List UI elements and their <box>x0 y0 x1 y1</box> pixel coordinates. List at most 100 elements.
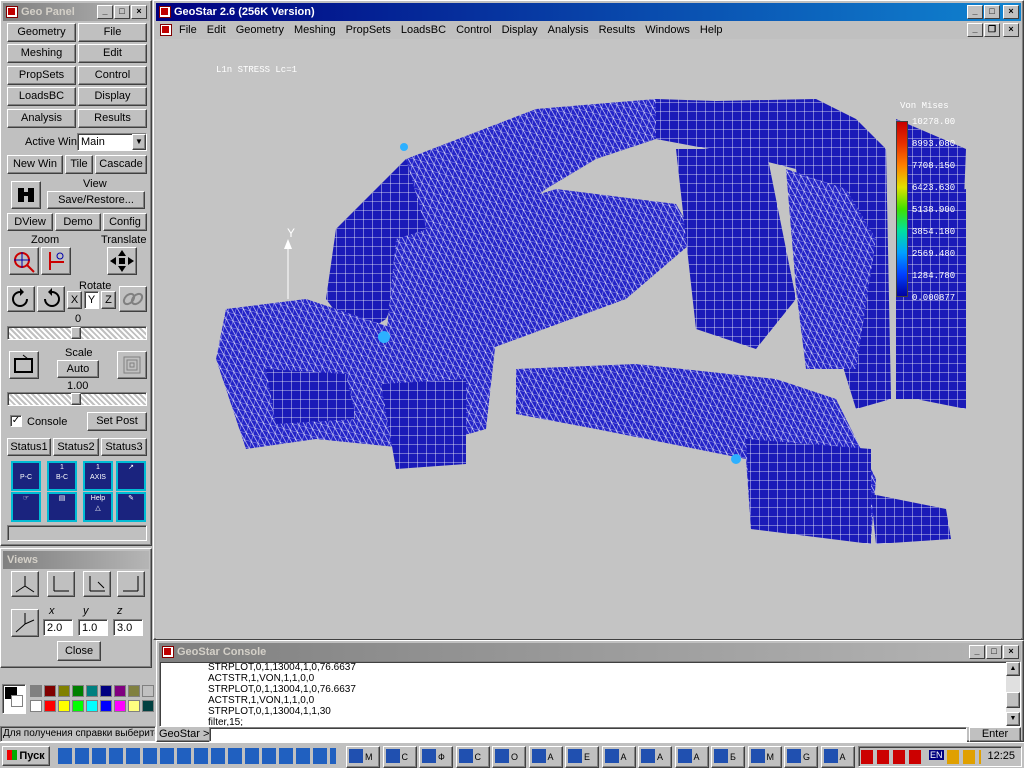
menu-windows[interactable]: Windows <box>640 21 695 39</box>
console-scrollbar[interactable]: ▲ ▼ <box>1006 662 1020 726</box>
console-input[interactable] <box>209 727 967 742</box>
view-top-button[interactable] <box>117 571 145 597</box>
menu-edit[interactable]: Edit <box>202 21 231 39</box>
palette-swatch[interactable] <box>72 700 84 712</box>
demo-button[interactable]: Demo <box>55 213 101 231</box>
view-custom-button[interactable] <box>11 609 39 637</box>
graphics-viewport[interactable]: L1n STRESS Lc=1 Y Von Mises 10278.00 899… <box>156 39 1021 639</box>
tray-icons[interactable] <box>861 750 925 764</box>
taskbar-task-button[interactable]: М <box>747 746 782 768</box>
palette-swatch[interactable] <box>114 685 126 697</box>
palette-swatch[interactable] <box>100 685 112 697</box>
chevron-down-icon[interactable]: ▼ <box>132 134 146 150</box>
menu-meshing[interactable]: Meshing <box>289 21 341 39</box>
rotate-slider[interactable] <box>7 326 147 340</box>
scale-icon-button[interactable] <box>9 351 39 379</box>
config-button[interactable]: Config <box>103 213 147 231</box>
z-input[interactable]: 3.0 <box>113 619 143 636</box>
views-close-button[interactable]: Close <box>57 641 101 661</box>
point-curve-icon[interactable]: P-C <box>11 461 41 491</box>
active-win-select[interactable]: Main ▼ <box>77 133 147 151</box>
set-post-button[interactable]: Set Post <box>87 412 147 431</box>
mesh-tool-icon[interactable]: ↗ <box>116 461 146 491</box>
geo-loadsbc-button[interactable]: LoadsBC <box>7 87 76 107</box>
rotate-z-button[interactable]: Z <box>101 291 116 309</box>
status2-button[interactable]: Status2 <box>53 438 99 456</box>
quick-launch-icons[interactable] <box>58 748 336 764</box>
palette-swatch[interactable] <box>142 700 154 712</box>
scale-grid-button[interactable] <box>117 351 147 379</box>
palette-swatch[interactable] <box>100 700 112 712</box>
menu-propsets[interactable]: PropSets <box>341 21 396 39</box>
taskbar-task-button[interactable]: А <box>820 746 855 768</box>
geo-meshing-button[interactable]: Meshing <box>7 44 76 64</box>
save-restore-button[interactable]: Save/Restore... <box>47 191 145 209</box>
palette-swatch[interactable] <box>86 685 98 697</box>
palette-swatch[interactable] <box>142 685 154 697</box>
translate-button[interactable] <box>107 247 137 275</box>
start-button[interactable]: Пуск <box>2 746 50 766</box>
taskbar-task-button[interactable]: Е <box>565 746 599 768</box>
rotate-x-button[interactable]: X <box>67 291 82 309</box>
palette-swatch[interactable] <box>44 685 56 697</box>
scroll-down-button[interactable]: ▼ <box>1006 712 1020 726</box>
doc-minimize-button[interactable]: _ <box>967 23 983 37</box>
geo-display-button[interactable]: Display <box>78 87 147 107</box>
boundary-condition-icon[interactable]: 1 B-C <box>47 461 77 491</box>
language-indicator[interactable]: EN <box>929 750 944 760</box>
zoom-window-button[interactable] <box>41 247 71 275</box>
minimize-button[interactable]: _ <box>967 5 983 19</box>
auto-button[interactable]: Auto <box>57 360 99 378</box>
taskbar-task-button[interactable]: Ф <box>419 746 453 768</box>
palette-swatch[interactable] <box>72 685 84 697</box>
doc-restore-button[interactable]: ❐ <box>984 23 1000 37</box>
axis-icon[interactable]: 1 AXIS <box>83 461 113 491</box>
taskbar-task-button[interactable]: А <box>638 746 672 768</box>
taskbar-task-button[interactable]: О <box>492 746 526 768</box>
maximize-button[interactable]: □ <box>984 5 1000 19</box>
tile-button[interactable]: Tile <box>65 155 93 174</box>
geo-file-button[interactable]: File <box>78 23 147 42</box>
menu-loadsbc[interactable]: LoadsBC <box>396 21 451 39</box>
menu-results[interactable]: Results <box>594 21 641 39</box>
hand-pointer-icon[interactable]: ☞ <box>11 492 41 522</box>
taskbar-task-button[interactable]: А <box>674 746 709 768</box>
current-color-well[interactable] <box>2 684 26 714</box>
scroll-thumb[interactable] <box>1006 692 1020 708</box>
console-output[interactable]: STRPLOT,0,1,13004,1,0,76.6637 ACTSTR,1,VO… <box>159 661 1021 727</box>
close-button[interactable]: × <box>131 5 147 19</box>
view-front-button[interactable] <box>47 571 75 597</box>
geo-control-button[interactable]: Control <box>78 65 147 85</box>
palette-swatch[interactable] <box>114 700 126 712</box>
rotate-ccw-button[interactable] <box>7 286 35 312</box>
geo-analysis-button[interactable]: Analysis <box>7 108 76 128</box>
palette-swatch[interactable] <box>58 685 70 697</box>
console-checkbox[interactable]: ✓ <box>10 415 22 427</box>
view-icon-button[interactable] <box>11 181 41 209</box>
menu-analysis[interactable]: Analysis <box>543 21 594 39</box>
rotate-cw-button[interactable] <box>37 286 65 312</box>
taskbar-task-button[interactable]: Б <box>711 746 745 768</box>
scale-slider[interactable] <box>7 392 147 406</box>
doc-icon[interactable] <box>160 24 172 36</box>
status3-button[interactable]: Status3 <box>101 438 147 456</box>
view-iso-button[interactable] <box>11 571 39 597</box>
close-button[interactable]: × <box>1003 645 1019 659</box>
taskbar-task-button[interactable]: С <box>455 746 490 768</box>
taskbar-task-button[interactable]: А <box>601 746 636 768</box>
taskbar-task-button[interactable]: М <box>346 746 380 768</box>
help-icon[interactable]: Help △ <box>83 492 113 522</box>
close-button[interactable]: × <box>1003 5 1019 19</box>
scroll-up-button[interactable]: ▲ <box>1006 662 1020 676</box>
geo-edit-button[interactable]: Edit <box>78 44 147 64</box>
geo-results-button[interactable]: Results <box>78 108 147 128</box>
palette-swatch[interactable] <box>86 700 98 712</box>
tray-extra-icons[interactable] <box>947 750 981 764</box>
status1-button[interactable]: Status1 <box>7 438 51 456</box>
minimize-button[interactable]: _ <box>97 5 113 19</box>
palette-swatch[interactable] <box>128 700 140 712</box>
scale-slider-thumb[interactable] <box>71 393 81 405</box>
palette-swatch[interactable] <box>30 700 42 712</box>
palette-swatch[interactable] <box>30 685 42 697</box>
new-win-button[interactable]: New Win <box>7 155 63 174</box>
